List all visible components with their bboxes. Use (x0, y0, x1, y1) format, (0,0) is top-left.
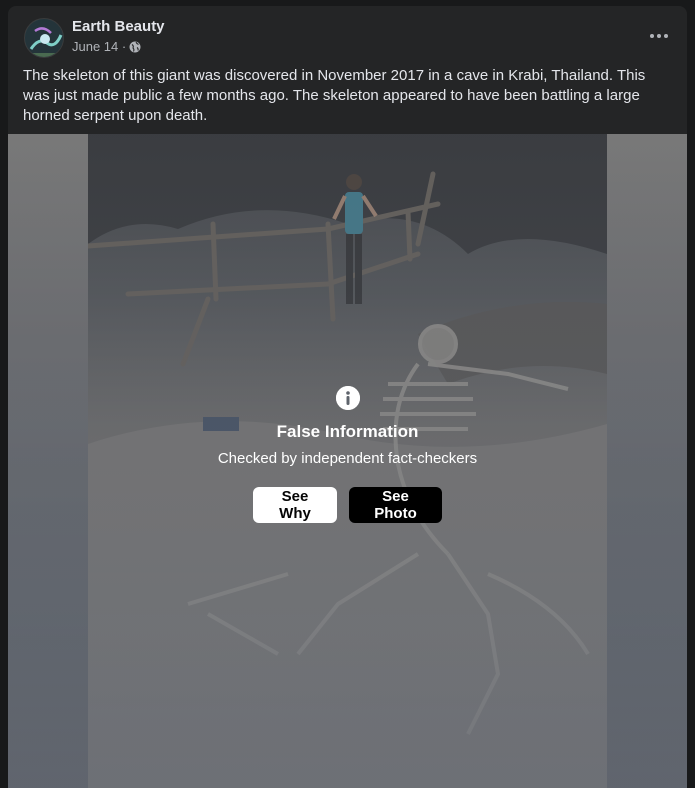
notice-title: False Information (276, 422, 419, 441)
globe-icon (129, 41, 141, 53)
false-info-notice: False Information Checked by independent… (8, 386, 687, 523)
info-icon (335, 386, 360, 410)
notice-subtitle: Checked by independent fact-checkers (217, 450, 478, 467)
see-photo-button[interactable]: See Photo (349, 487, 442, 523)
notice-buttons: See Why See Photo (8, 487, 687, 523)
post-header: Earth Beauty June 14 · (8, 6, 687, 66)
see-why-button[interactable]: See Why (253, 487, 337, 523)
post-caption: The skeleton of this giant was discovere… (23, 67, 646, 124)
post-meta: June 14 · (72, 39, 141, 54)
author-avatar[interactable] (24, 18, 64, 58)
post-date[interactable]: June 14 · (72, 39, 126, 54)
post-card: Earth Beauty June 14 · The skeleton of t… (8, 6, 687, 788)
more-options-icon[interactable] (647, 28, 671, 44)
author-name[interactable]: Earth Beauty (72, 18, 165, 35)
post-media: False Information Checked by independent… (8, 134, 687, 788)
